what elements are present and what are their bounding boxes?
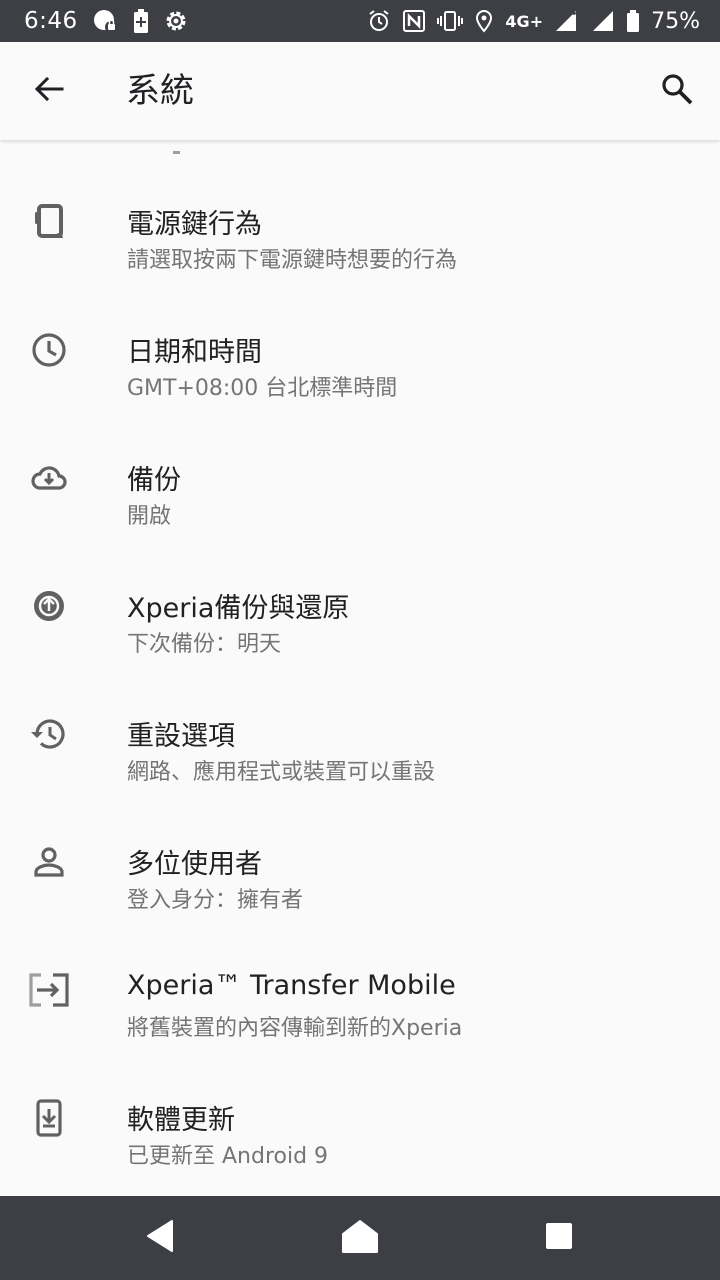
setting-power-key[interactable]: 電源鍵行為 請選取按兩下電源鍵時想要的行為 — [0, 140, 720, 273]
person-icon — [25, 838, 73, 886]
app-bar: 系統 — [0, 42, 720, 140]
system-update-icon — [25, 1094, 73, 1142]
alarm-icon — [367, 9, 391, 33]
vibrate-icon — [437, 9, 464, 33]
clock-time: 6:46 — [24, 8, 78, 34]
setting-xperia-transfer[interactable]: Xperia™ Transfer Mobile 將舊裝置的內容傳輸到新的Xper… — [0, 908, 720, 1041]
arrow-back-icon — [32, 72, 66, 110]
clock-icon — [25, 326, 73, 374]
setting-title: Xperia™ Transfer Mobile — [127, 970, 456, 1001]
setting-software-update[interactable]: 軟體更新 已更新至 Android 9 — [0, 1036, 720, 1169]
setting-xperia-backup[interactable]: Xperia備份與還原 下次備份：明天 — [0, 524, 720, 657]
power-key-phone-icon — [25, 198, 73, 246]
search-icon — [660, 72, 694, 110]
page-title: 系統 — [126, 71, 194, 111]
setting-title: Xperia備份與還原 — [127, 593, 350, 624]
back-triangle-icon — [142, 1218, 178, 1258]
signal-icon — [554, 9, 580, 33]
network-type-label: 4G+ — [505, 11, 544, 31]
chat-bubble-icon — [92, 8, 118, 34]
setting-title: 軟體更新 — [127, 1105, 235, 1136]
nfc-icon — [402, 9, 426, 33]
search-button[interactable] — [654, 68, 700, 114]
setting-title: 多位使用者 — [127, 849, 262, 880]
setting-title: 電源鍵行為 — [127, 209, 262, 240]
setting-title: 備份 — [127, 465, 181, 496]
history-icon — [25, 710, 73, 758]
backup-restore-icon — [25, 582, 73, 630]
status-bar: 6:46 4G+ 75% — [0, 0, 720, 42]
recents-icon — [543, 1220, 575, 1256]
setting-subtitle: 已更新至 Android 9 — [127, 1144, 329, 1169]
setting-reset[interactable]: 重設選項 網路、應用程式或裝置可以重設 — [0, 652, 720, 785]
battery-icon — [626, 9, 640, 33]
battery-percent: 75% — [651, 8, 700, 34]
nav-recents-button[interactable] — [537, 1216, 581, 1260]
transfer-icon — [25, 966, 73, 1014]
battery-saver-icon — [132, 8, 150, 34]
cloud-download-icon — [25, 454, 73, 502]
back-button[interactable] — [26, 68, 72, 114]
setting-backup[interactable]: 備份 開啟 — [0, 396, 720, 529]
nav-back-button[interactable] — [138, 1216, 182, 1260]
signal-icon — [591, 9, 615, 33]
nav-home-button[interactable] — [338, 1216, 382, 1260]
setting-title: 日期和時間 — [127, 337, 262, 368]
navigation-bar — [0, 1196, 720, 1280]
gear-icon — [164, 9, 188, 33]
home-icon — [340, 1216, 380, 1260]
setting-date-time[interactable]: 日期和時間 GMT+08:00 台北標準時間 — [0, 268, 720, 401]
setting-multiple-users[interactable]: 多位使用者 登入身分：擁有者 — [0, 780, 720, 913]
location-icon — [474, 9, 494, 33]
setting-title: 重設選項 — [127, 721, 235, 752]
